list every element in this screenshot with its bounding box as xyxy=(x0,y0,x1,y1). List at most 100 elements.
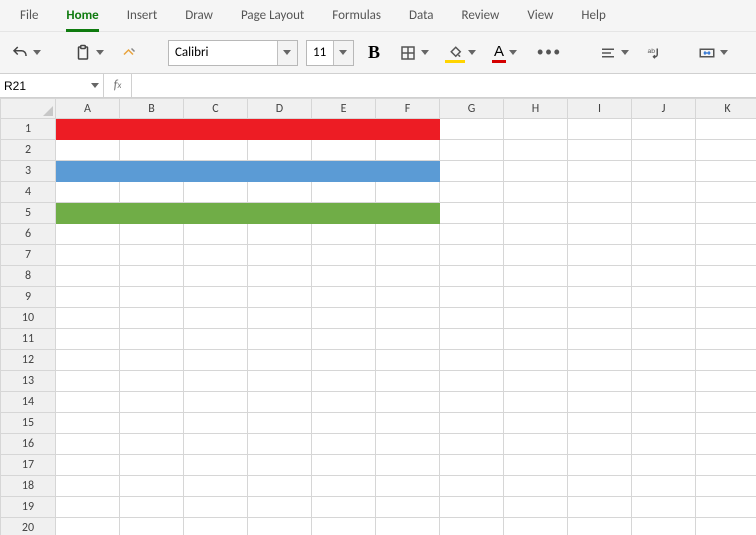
cell-I19[interactable] xyxy=(568,497,632,518)
cell-H7[interactable] xyxy=(504,245,568,266)
tab-help[interactable]: Help xyxy=(567,0,619,32)
cell-H17[interactable] xyxy=(504,455,568,476)
cell-A13[interactable] xyxy=(56,371,120,392)
cell-A1[interactable] xyxy=(56,119,120,140)
row-header-18[interactable]: 18 xyxy=(1,476,56,497)
cell-G9[interactable] xyxy=(440,287,504,308)
cell-B3[interactable] xyxy=(120,161,184,182)
cell-C9[interactable] xyxy=(184,287,248,308)
row-header-2[interactable]: 2 xyxy=(1,140,56,161)
cell-B4[interactable] xyxy=(120,182,184,203)
cell-D7[interactable] xyxy=(248,245,312,266)
cell-E13[interactable] xyxy=(312,371,376,392)
cell-K15[interactable] xyxy=(696,413,756,434)
cell-C16[interactable] xyxy=(184,434,248,455)
cell-J14[interactable] xyxy=(632,392,696,413)
cell-G14[interactable] xyxy=(440,392,504,413)
cell-E8[interactable] xyxy=(312,266,376,287)
cell-I3[interactable] xyxy=(568,161,632,182)
cell-I9[interactable] xyxy=(568,287,632,308)
cell-D5[interactable] xyxy=(248,203,312,224)
tab-draw[interactable]: Draw xyxy=(171,0,227,32)
cell-C3[interactable] xyxy=(184,161,248,182)
cell-J3[interactable] xyxy=(632,161,696,182)
cell-A12[interactable] xyxy=(56,350,120,371)
cell-B18[interactable] xyxy=(120,476,184,497)
cell-I10[interactable] xyxy=(568,308,632,329)
cell-K18[interactable] xyxy=(696,476,756,497)
select-all-corner[interactable] xyxy=(1,99,56,119)
cell-C14[interactable] xyxy=(184,392,248,413)
cell-F10[interactable] xyxy=(376,308,440,329)
cell-C5[interactable] xyxy=(184,203,248,224)
cell-B10[interactable] xyxy=(120,308,184,329)
cell-E6[interactable] xyxy=(312,224,376,245)
tab-home[interactable]: Home xyxy=(52,0,112,32)
cell-A16[interactable] xyxy=(56,434,120,455)
cell-C11[interactable] xyxy=(184,329,248,350)
cell-I13[interactable] xyxy=(568,371,632,392)
align-button[interactable] xyxy=(594,39,633,67)
tab-page-layout[interactable]: Page Layout xyxy=(227,0,318,32)
cell-C19[interactable] xyxy=(184,497,248,518)
cell-J4[interactable] xyxy=(632,182,696,203)
font-name-dropdown[interactable] xyxy=(277,41,297,65)
cell-E16[interactable] xyxy=(312,434,376,455)
row-header-1[interactable]: 1 xyxy=(1,119,56,140)
cell-E17[interactable] xyxy=(312,455,376,476)
cell-D8[interactable] xyxy=(248,266,312,287)
font-color-button[interactable]: A xyxy=(488,39,521,67)
row-header-5[interactable]: 5 xyxy=(1,203,56,224)
cell-G2[interactable] xyxy=(440,140,504,161)
cell-F15[interactable] xyxy=(376,413,440,434)
cell-K5[interactable] xyxy=(696,203,756,224)
cell-H13[interactable] xyxy=(504,371,568,392)
tab-file[interactable]: File xyxy=(6,0,52,32)
tab-data[interactable]: Data xyxy=(395,0,448,32)
cell-B15[interactable] xyxy=(120,413,184,434)
cell-F6[interactable] xyxy=(376,224,440,245)
cell-J8[interactable] xyxy=(632,266,696,287)
cell-I2[interactable] xyxy=(568,140,632,161)
cell-F18[interactable] xyxy=(376,476,440,497)
cell-E9[interactable] xyxy=(312,287,376,308)
cell-K9[interactable] xyxy=(696,287,756,308)
cell-F20[interactable] xyxy=(376,518,440,535)
cell-A4[interactable] xyxy=(56,182,120,203)
row-header-16[interactable]: 16 xyxy=(1,434,56,455)
cell-H10[interactable] xyxy=(504,308,568,329)
cell-C18[interactable] xyxy=(184,476,248,497)
cell-I12[interactable] xyxy=(568,350,632,371)
cell-J2[interactable] xyxy=(632,140,696,161)
cell-H2[interactable] xyxy=(504,140,568,161)
cell-F4[interactable] xyxy=(376,182,440,203)
cell-H9[interactable] xyxy=(504,287,568,308)
cell-G5[interactable] xyxy=(440,203,504,224)
tab-insert[interactable]: Insert xyxy=(113,0,172,32)
cell-C6[interactable] xyxy=(184,224,248,245)
cell-F3[interactable] xyxy=(376,161,440,182)
cell-K11[interactable] xyxy=(696,329,756,350)
cell-F5[interactable] xyxy=(376,203,440,224)
borders-button[interactable] xyxy=(394,39,433,67)
cell-H1[interactable] xyxy=(504,119,568,140)
cell-H18[interactable] xyxy=(504,476,568,497)
format-painter-button[interactable] xyxy=(116,39,144,67)
cell-F12[interactable] xyxy=(376,350,440,371)
cell-F2[interactable] xyxy=(376,140,440,161)
cell-I8[interactable] xyxy=(568,266,632,287)
cell-K12[interactable] xyxy=(696,350,756,371)
more-font-button[interactable]: ••• xyxy=(529,39,570,67)
cell-F11[interactable] xyxy=(376,329,440,350)
cell-H8[interactable] xyxy=(504,266,568,287)
cell-H12[interactable] xyxy=(504,350,568,371)
column-header-B[interactable]: B xyxy=(120,99,184,119)
cell-E11[interactable] xyxy=(312,329,376,350)
cell-F16[interactable] xyxy=(376,434,440,455)
row-header-3[interactable]: 3 xyxy=(1,161,56,182)
cell-H6[interactable] xyxy=(504,224,568,245)
cell-G12[interactable] xyxy=(440,350,504,371)
cell-H11[interactable] xyxy=(504,329,568,350)
cell-A14[interactable] xyxy=(56,392,120,413)
font-size-input[interactable] xyxy=(307,41,333,65)
